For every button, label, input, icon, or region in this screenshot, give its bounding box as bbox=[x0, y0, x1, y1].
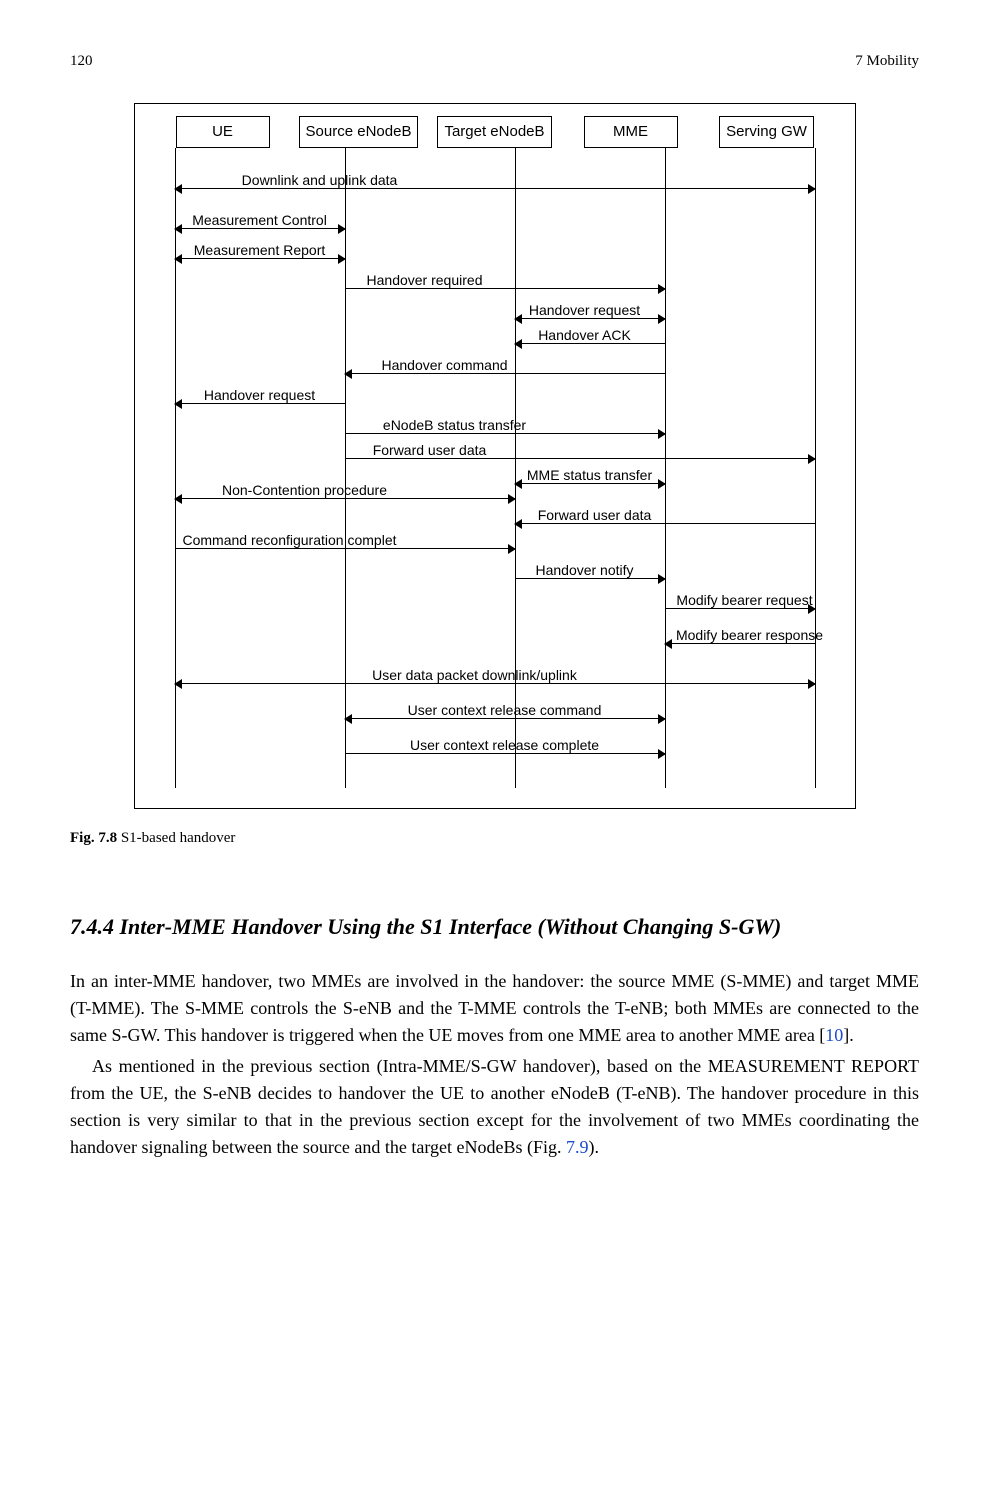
message-label: Modify bearer request bbox=[676, 590, 812, 611]
chapter-title: 7 Mobility bbox=[855, 50, 919, 73]
lifeline bbox=[665, 148, 666, 788]
lifeline bbox=[175, 148, 176, 788]
paragraph-2: As mentioned in the previous section (In… bbox=[70, 1053, 919, 1161]
figure-caption-text: S1-based handover bbox=[117, 830, 235, 846]
page-number: 120 bbox=[70, 50, 93, 73]
message-label: Handover notify bbox=[535, 560, 633, 581]
message-label: Handover request bbox=[204, 385, 315, 406]
message-label: Measurement Report bbox=[194, 240, 326, 261]
figure-7-8: UE Source eNodeB Target eNodeB MME Serving G… bbox=[70, 103, 919, 850]
message-label: Forward user data bbox=[538, 505, 652, 526]
message-label: Handover required bbox=[367, 270, 483, 291]
section-heading: 7.4.4 Inter-MME Handover Using the S1 In… bbox=[70, 910, 919, 943]
message-label: eNodeB status transfer bbox=[383, 415, 526, 436]
message-label: Handover ACK bbox=[538, 325, 631, 346]
message-label: User context release command bbox=[408, 700, 602, 721]
paragraph-1: In an inter-MME handover, two MMEs are i… bbox=[70, 968, 919, 1049]
message-label: Modify bearer response bbox=[676, 625, 823, 646]
message-label: Measurement Control bbox=[192, 210, 327, 231]
message-label: Handover request bbox=[529, 300, 640, 321]
actor-box: Serving GW bbox=[719, 116, 814, 149]
figure-link-7-9[interactable]: 7.9 bbox=[566, 1137, 589, 1157]
actor-box: UE bbox=[176, 116, 270, 149]
sequence-diagram: UE Source eNodeB Target eNodeB MME Serving G… bbox=[134, 103, 856, 810]
page-header: 120 7 Mobility bbox=[70, 50, 919, 73]
figure-caption: Fig. 7.8 S1-based handover bbox=[70, 827, 919, 850]
message-label: User data packet downlink/uplink bbox=[372, 665, 577, 686]
actor-box: MME bbox=[584, 116, 678, 149]
citation-link-10[interactable]: 10 bbox=[825, 1025, 843, 1045]
message-label: Command reconfiguration complet bbox=[183, 530, 397, 551]
actor-box: Target eNodeB bbox=[437, 116, 551, 149]
message-label: Downlink and uplink data bbox=[242, 170, 398, 191]
actor-box: Source eNodeB bbox=[299, 116, 419, 149]
lifeline bbox=[815, 148, 816, 788]
message-label: Handover command bbox=[381, 355, 507, 376]
message-label: User context release complete bbox=[410, 735, 599, 756]
lifeline bbox=[345, 148, 346, 788]
message-label: Non-Contention procedure bbox=[222, 480, 387, 501]
message-label: Forward user data bbox=[373, 440, 487, 461]
message-label: MME status transfer bbox=[527, 465, 652, 486]
lifeline bbox=[515, 148, 516, 788]
figure-label: Fig. 7.8 bbox=[70, 830, 117, 846]
